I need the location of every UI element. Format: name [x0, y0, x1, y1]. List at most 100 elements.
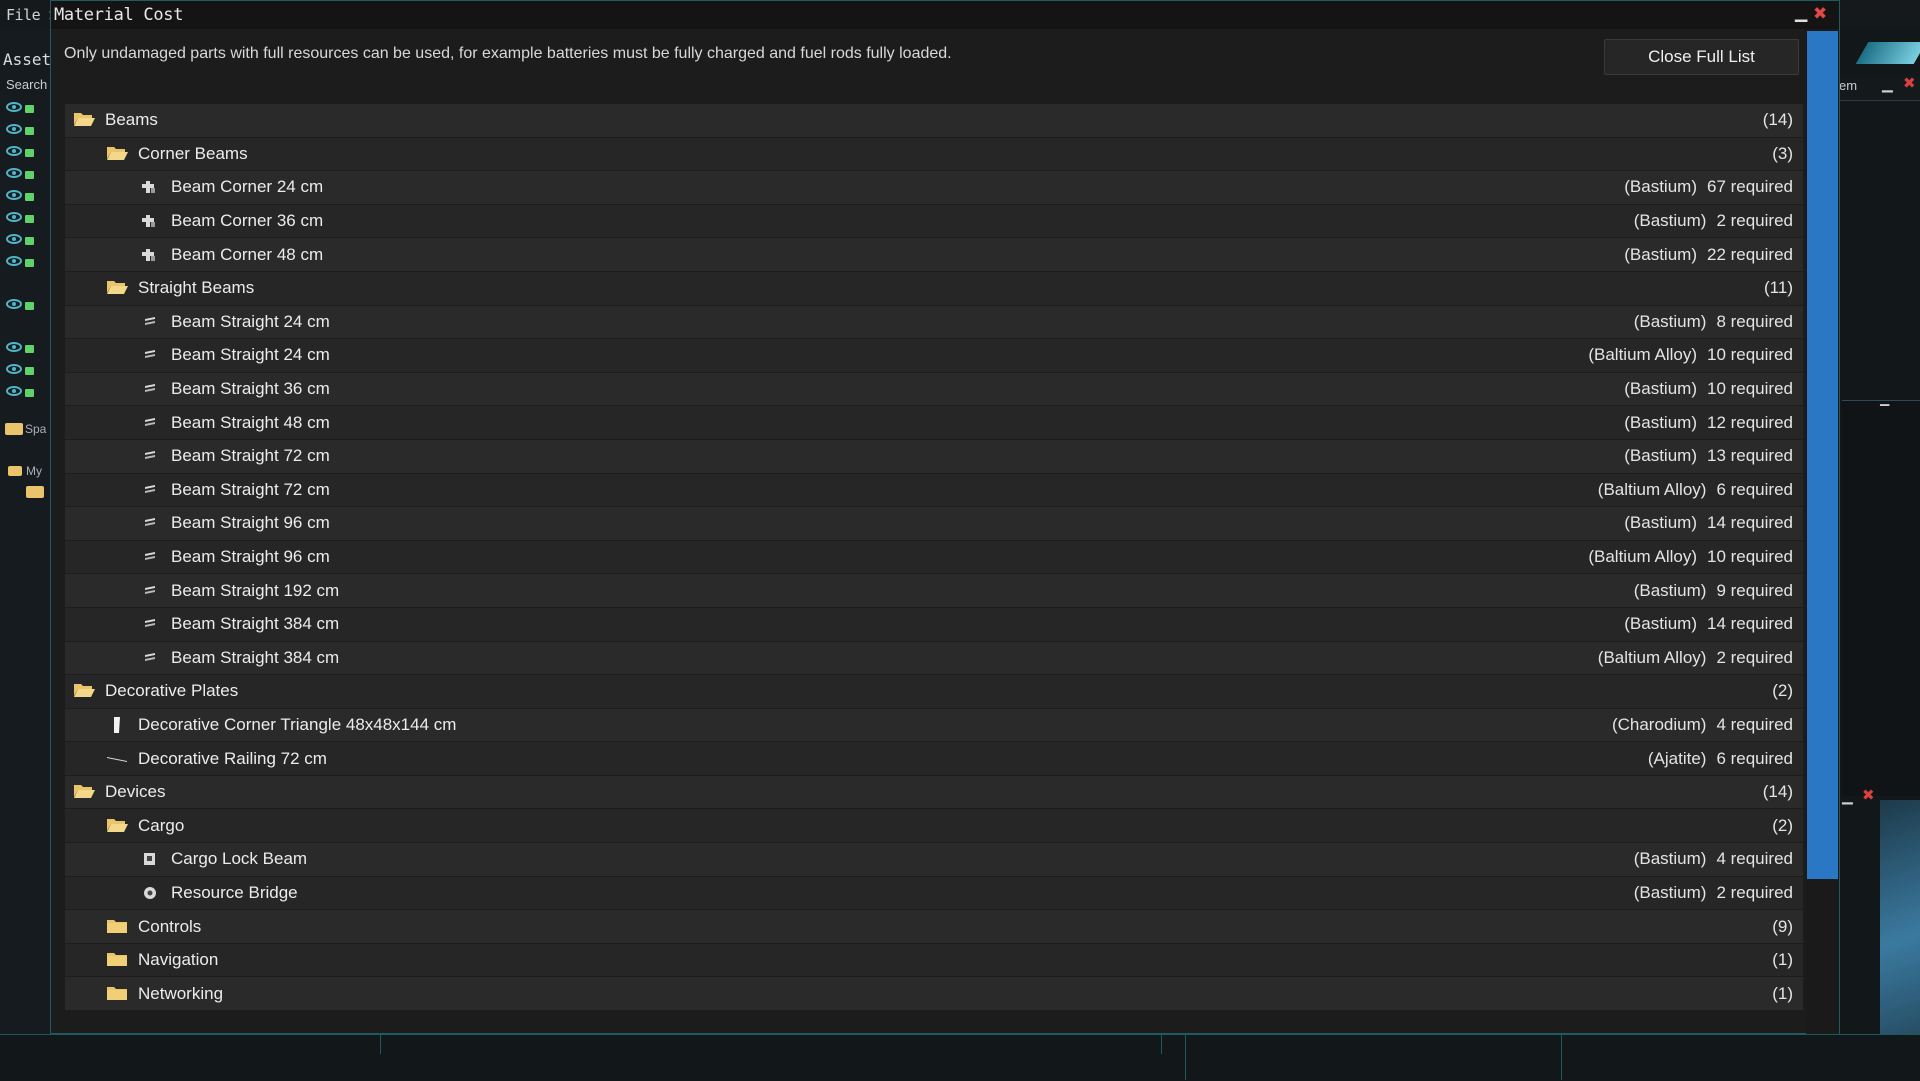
category-row[interactable]: Cargo (2) [65, 809, 1803, 844]
lock-icon[interactable] [25, 127, 34, 135]
item-row[interactable]: Cargo Lock Beam (Bastium) 4 required [65, 843, 1803, 877]
item-row[interactable]: Resource Bridge (Bastium) 2 required [65, 876, 1803, 911]
lock-icon[interactable] [25, 367, 34, 375]
eye-icon[interactable] [6, 146, 22, 156]
category-row[interactable]: Straight Beams (11) [65, 271, 1803, 306]
eye-icon[interactable] [6, 256, 22, 266]
item-row[interactable]: Beam Straight 192 cm (Bastium) 9 required [65, 574, 1803, 608]
minimize-icon[interactable]: ▁ [1880, 392, 1889, 406]
lock-icon[interactable] [25, 345, 34, 353]
folder-open-icon[interactable] [106, 145, 128, 163]
category-row[interactable]: Corner Beams (3) [65, 137, 1803, 172]
lock-icon[interactable] [25, 237, 34, 245]
eye-icon[interactable] [6, 168, 22, 178]
lock-icon[interactable] [25, 259, 34, 267]
visibility-row[interactable] [6, 296, 34, 312]
lock-icon[interactable] [25, 105, 34, 113]
eye-icon[interactable] [6, 102, 22, 112]
lock-icon[interactable] [25, 215, 34, 223]
visibility-row[interactable] [6, 339, 34, 355]
category-row[interactable]: Networking (1) [65, 977, 1803, 1012]
visibility-row[interactable] [6, 383, 34, 399]
eye-icon[interactable] [6, 190, 22, 200]
visibility-row[interactable] [6, 99, 34, 115]
category-row[interactable]: Decorative Plates (2) [65, 675, 1803, 709]
visibility-row[interactable] [6, 209, 34, 225]
item-row[interactable]: Decorative Corner Triangle 48x48x144 cm (… [65, 708, 1803, 743]
eye-icon[interactable] [6, 212, 22, 222]
category-row[interactable]: Navigation (1) [65, 943, 1803, 978]
item-row[interactable]: Beam Straight 36 cm (Bastium) 10 required [65, 372, 1803, 407]
close-icon[interactable]: ✖ [1903, 74, 1916, 92]
item-row[interactable]: Beam Straight 72 cm (Baltium Alloy) 6 requ… [65, 473, 1803, 508]
item-row[interactable]: Beam Corner 48 cm (Bastium) 22 required [65, 238, 1803, 272]
lock-icon[interactable] [25, 302, 34, 310]
material-name: (Bastium) [1633, 311, 1707, 331]
minimize-icon[interactable]: ▁ [1882, 76, 1893, 93]
folder-closed-icon[interactable] [106, 985, 128, 1003]
close-full-list-button[interactable]: Close Full List [1604, 39, 1799, 75]
row-name: Beam Straight 24 cm [171, 311, 330, 331]
minimize-button[interactable]: ▁ [1795, 3, 1811, 23]
folder-closed-icon[interactable] [106, 918, 128, 936]
material-name: (Baltium Alloy) [1597, 647, 1707, 667]
item-row[interactable]: Beam Straight 384 cm (Baltium Alloy) 2 req… [65, 641, 1803, 676]
visibility-row[interactable] [6, 253, 34, 269]
visibility-row[interactable] [6, 231, 34, 247]
required-count: 14 required [1706, 513, 1793, 533]
beam-corner-icon [139, 212, 161, 230]
background-bottom-segment [380, 1034, 1162, 1054]
item-row[interactable]: Beam Straight 96 cm (Baltium Alloy) 10 req… [65, 540, 1803, 575]
item-row[interactable]: Beam Straight 96 cm (Bastium) 14 required [65, 507, 1803, 541]
close-icon[interactable]: ✖ [1862, 786, 1875, 804]
visibility-row[interactable] [6, 187, 34, 203]
close-button[interactable]: ✖ [1813, 4, 1831, 23]
category-row[interactable]: Beams (14) [65, 104, 1803, 138]
visibility-row[interactable] [6, 361, 34, 377]
lock-icon[interactable] [25, 193, 34, 201]
required-count: 10 required [1706, 345, 1793, 365]
category-count: (2) [1772, 815, 1793, 835]
visibility-row[interactable] [6, 143, 34, 159]
category-count: (1) [1772, 983, 1793, 1003]
item-row[interactable]: Beam Straight 24 cm (Bastium) 8 required [65, 305, 1803, 340]
lock-icon[interactable] [25, 171, 34, 179]
asset-search-label[interactable]: Search [6, 77, 47, 92]
asset-folder-label[interactable]: Spa [25, 422, 46, 436]
folder-open-icon[interactable] [73, 783, 95, 801]
folder-open-icon[interactable] [106, 817, 128, 835]
category-row[interactable]: Controls (9) [65, 910, 1803, 944]
folder-closed-icon[interactable] [106, 951, 128, 969]
row-name: Resource Bridge [171, 882, 298, 902]
visibility-row[interactable] [6, 121, 34, 137]
lock-icon[interactable] [25, 389, 34, 397]
eye-icon[interactable] [6, 342, 22, 352]
window-titlebar[interactable]: Material Cost ▁ ✖ [51, 1, 1839, 29]
folder-open-icon[interactable] [73, 111, 95, 129]
row-name: Controls [138, 916, 202, 936]
row-name: Beams [105, 110, 158, 130]
item-row[interactable]: Beam Straight 24 cm (Baltium Alloy) 10 req… [65, 339, 1803, 373]
lock-icon[interactable] [25, 149, 34, 157]
asset-folder-label[interactable]: My [26, 464, 42, 478]
material-name: (Bastium) [1624, 614, 1697, 634]
minimize-icon[interactable]: ▁ [1842, 788, 1853, 805]
eye-icon[interactable] [6, 364, 22, 374]
eye-icon[interactable] [6, 299, 22, 309]
category-row[interactable]: Devices (14) [65, 775, 1803, 810]
eye-icon[interactable] [6, 234, 22, 244]
eye-icon[interactable] [6, 386, 22, 396]
item-row[interactable]: Beam Straight 72 cm (Bastium) 13 required [65, 439, 1803, 474]
eye-icon[interactable] [6, 124, 22, 134]
item-row[interactable]: Beam Straight 384 cm (Bastium) 14 required [65, 607, 1803, 642]
folder-open-icon[interactable] [106, 279, 128, 297]
item-row[interactable]: Decorative Railing 72 cm (Ajatite) 6 requi… [65, 742, 1803, 776]
required-count: 6 required [1716, 479, 1793, 499]
item-row[interactable]: Beam Corner 24 cm (Bastium) 67 required [65, 171, 1803, 205]
visibility-row[interactable] [6, 165, 34, 181]
item-row[interactable]: Beam Corner 36 cm (Bastium) 2 required [65, 204, 1803, 239]
item-row[interactable]: Beam Straight 48 cm (Bastium) 12 required [65, 406, 1803, 440]
cargo-lock-icon [139, 850, 161, 868]
scrollbar-thumb[interactable] [1807, 31, 1838, 879]
folder-open-icon[interactable] [73, 682, 95, 700]
